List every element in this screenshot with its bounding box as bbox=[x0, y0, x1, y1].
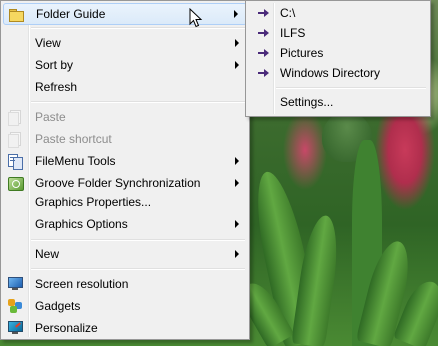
personalize-icon bbox=[7, 320, 23, 336]
folder-guide-submenu: C:\ ILFS Pictures Windows Directory Sett… bbox=[245, 0, 431, 117]
submenu-separator bbox=[276, 87, 426, 89]
menu-separator bbox=[31, 101, 245, 103]
menu-item-new[interactable]: New bbox=[3, 243, 247, 265]
menu-item-paste[interactable]: Paste bbox=[3, 106, 247, 128]
gadgets-icon bbox=[7, 298, 23, 314]
menu-item-label: Graphics Properties... bbox=[35, 195, 152, 209]
menu-item-label: Paste bbox=[35, 110, 66, 124]
menu-item-label: Paste shortcut bbox=[35, 132, 112, 146]
menu-item-label: Gadgets bbox=[35, 299, 81, 313]
submenu-item-label: Settings... bbox=[280, 95, 334, 109]
groove-icon bbox=[7, 175, 24, 191]
menu-separator bbox=[31, 27, 245, 29]
menu-item-label: Sort by bbox=[35, 58, 74, 72]
menu-item-label: FileMenu Tools bbox=[35, 154, 116, 168]
submenu-item-ilfs[interactable]: ILFS bbox=[248, 23, 428, 43]
menu-item-label: Folder Guide bbox=[36, 7, 106, 21]
menu-item-graphics-options[interactable]: Graphics Options bbox=[3, 213, 247, 235]
submenu-item-label: ILFS bbox=[280, 26, 306, 40]
menu-item-screen-resolution[interactable]: Screen resolution bbox=[3, 273, 247, 295]
submenu-arrow-icon bbox=[235, 220, 239, 228]
menu-item-paste-shortcut[interactable]: Paste shortcut bbox=[3, 128, 247, 150]
submenu-arrow-icon bbox=[235, 250, 239, 258]
menu-item-refresh[interactable]: Refresh bbox=[3, 76, 247, 98]
submenu-arrow-icon bbox=[235, 61, 239, 69]
menu-item-sort-by[interactable]: Sort by bbox=[3, 54, 247, 76]
menu-item-label: Graphics Options bbox=[35, 217, 128, 231]
arrow-right-icon bbox=[258, 29, 270, 37]
menu-item-view[interactable]: View bbox=[3, 32, 247, 54]
menu-item-folder-guide[interactable]: Folder Guide bbox=[3, 3, 247, 25]
submenu-arrow-icon bbox=[235, 157, 239, 165]
paste-shortcut-icon bbox=[7, 131, 23, 148]
submenu-arrow-icon bbox=[235, 179, 239, 187]
menu-item-gadgets[interactable]: Gadgets bbox=[3, 295, 247, 317]
arrow-right-icon bbox=[258, 49, 270, 57]
screen-resolution-icon bbox=[7, 276, 23, 292]
arrow-right-icon bbox=[258, 9, 270, 17]
folder-icon bbox=[8, 7, 24, 23]
mouse-cursor-icon bbox=[189, 8, 203, 28]
menu-item-graphics-properties[interactable]: Graphics Properties... bbox=[3, 191, 247, 213]
desktop-context-menu: Folder Guide View Sort by Refresh Paste … bbox=[0, 0, 250, 340]
submenu-arrow-icon bbox=[234, 10, 238, 18]
menu-item-personalize[interactable]: Personalize bbox=[3, 317, 247, 339]
submenu-item-label: C:\ bbox=[280, 6, 296, 20]
menu-separator bbox=[31, 239, 245, 241]
submenu-item-pictures[interactable]: Pictures bbox=[248, 43, 428, 63]
submenu-item-windows-directory[interactable]: Windows Directory bbox=[248, 63, 428, 83]
menu-item-label: View bbox=[35, 36, 61, 50]
menu-item-label: Personalize bbox=[35, 321, 98, 335]
menu-separator bbox=[31, 268, 245, 270]
paste-icon bbox=[7, 109, 23, 126]
submenu-arrow-icon bbox=[235, 39, 239, 47]
submenu-item-label: Windows Directory bbox=[280, 66, 381, 80]
menu-item-label: Refresh bbox=[35, 80, 78, 94]
submenu-item-c-drive[interactable]: C:\ bbox=[248, 3, 428, 23]
submenu-item-settings[interactable]: Settings... bbox=[248, 92, 428, 112]
arrow-right-icon bbox=[258, 69, 270, 77]
menu-item-label: Screen resolution bbox=[35, 277, 129, 291]
submenu-item-label: Pictures bbox=[280, 46, 324, 60]
menu-item-filemenu-tools[interactable]: FileMenu Tools bbox=[3, 150, 247, 172]
filemenu-tools-icon bbox=[7, 153, 23, 170]
menu-item-label: New bbox=[35, 247, 60, 261]
